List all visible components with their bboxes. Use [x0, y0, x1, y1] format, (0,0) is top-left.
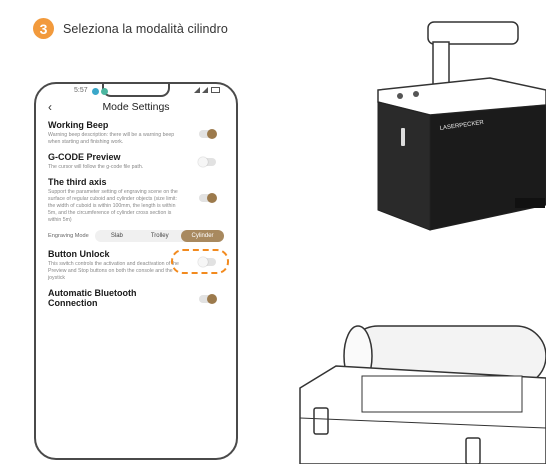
- setting-description: Support the parameter setting of engravi…: [48, 189, 178, 223]
- device-button-icon: [413, 91, 419, 97]
- device-side: [429, 104, 546, 231]
- toggle-knob: [198, 157, 208, 167]
- setting-third-axis: The third axis Support the parameter set…: [48, 177, 224, 224]
- setting-title: Button Unlock: [48, 249, 110, 259]
- roller-tray: [361, 375, 523, 413]
- laser-engraver-illustration: LASERPECKER: [377, 21, 546, 231]
- setting-title: The third axis: [48, 177, 107, 187]
- setting-description: Warning beep description: there will be …: [48, 132, 175, 145]
- step-number-badge: 3: [33, 18, 54, 39]
- status-time: 5:57: [74, 87, 88, 94]
- setting-title: Automatic Bluetooth Connection: [48, 288, 137, 308]
- mode-option-slab[interactable]: Slab: [95, 230, 138, 242]
- device-indicator-icon: [401, 128, 405, 146]
- toggle-knob: [207, 193, 217, 203]
- signal-icon: [194, 87, 200, 93]
- mode-option-trolley[interactable]: Trolley: [138, 230, 181, 242]
- setting-auto-bluetooth: Automatic Bluetooth Connection: [48, 288, 224, 308]
- mode-option-cylinder[interactable]: Cylinder: [181, 230, 224, 242]
- cylinder-highlight: [171, 249, 229, 274]
- nav-bar: ‹ Mode Settings: [36, 98, 236, 118]
- handle-bar: [427, 21, 519, 45]
- battery-icon: [211, 87, 220, 93]
- engraving-mode-label: Engraving Mode: [48, 233, 89, 239]
- third-axis-toggle[interactable]: [199, 193, 217, 203]
- status-bar: 5:57: [36, 87, 236, 97]
- gcode-preview-toggle[interactable]: [198, 157, 216, 167]
- device-front: [377, 101, 431, 231]
- side-slot: [313, 407, 329, 435]
- page-title: Mode Settings: [102, 101, 170, 113]
- status-icons: [194, 87, 220, 93]
- working-beep-toggle[interactable]: [199, 129, 217, 139]
- device-foot: [515, 198, 545, 208]
- auto-bluetooth-toggle[interactable]: [199, 294, 217, 304]
- setting-description: The cursor will follow the g-code file p…: [48, 164, 144, 170]
- signal-icon: [202, 87, 208, 93]
- setting-description: This switch controls the activation and …: [48, 261, 179, 281]
- app-notification-icon: [92, 88, 99, 95]
- toggle-knob: [207, 129, 217, 139]
- setting-working-beep: Working Beep Warning beep description: t…: [48, 120, 224, 146]
- step-header: 3 Seleziona la modalità cilindro: [33, 18, 228, 39]
- toggle-knob: [207, 294, 217, 304]
- engraving-mode-selector: Slab Trolley Cylinder: [95, 230, 224, 242]
- step-instruction: Seleziona la modalità cilindro: [63, 21, 228, 36]
- engraving-mode-row: Engraving Mode Slab Trolley Cylinder: [48, 230, 224, 242]
- side-slot: [465, 437, 481, 464]
- settings-list: Working Beep Warning beep description: t…: [48, 120, 224, 314]
- app-notification-icon: [101, 88, 108, 95]
- device-button-icon: [397, 93, 403, 99]
- setting-title: G-CODE Preview: [48, 152, 121, 162]
- rotary-attachment-illustration: [299, 325, 546, 464]
- setting-title: Working Beep: [48, 120, 109, 130]
- setting-gcode-preview: G-CODE Preview The cursor will follow th…: [48, 152, 224, 171]
